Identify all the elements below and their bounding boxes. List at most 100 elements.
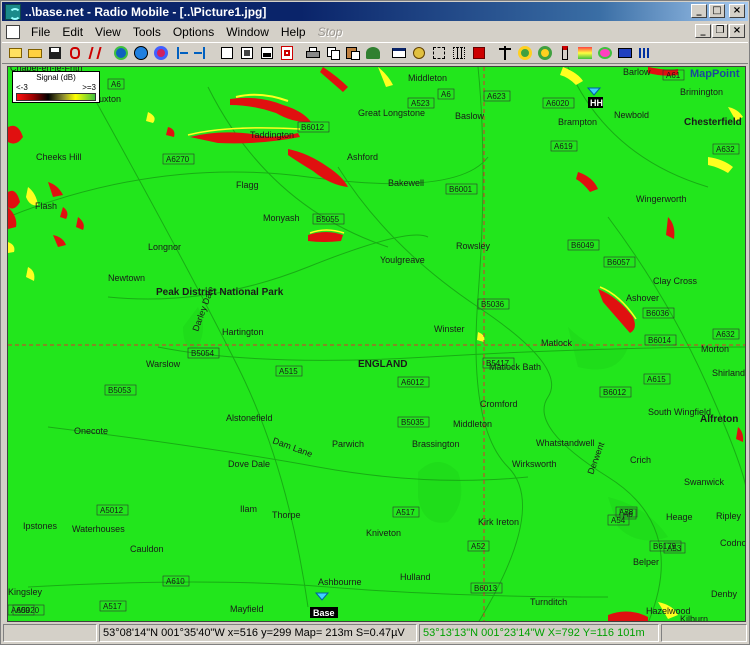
target-icon[interactable] [152, 44, 170, 62]
window-icon[interactable] [390, 44, 408, 62]
fit-icon[interactable] [430, 44, 448, 62]
title-bar[interactable]: ..\base.net - Radio Mobile - [..\Picture… [2, 2, 748, 21]
scissors-icon[interactable] [86, 44, 104, 62]
tower-icon[interactable] [556, 44, 574, 62]
radio-mobile-app-icon[interactable] [5, 3, 21, 20]
place-label: Kniveton [366, 528, 401, 538]
mdi-minimize-button[interactable]: _ [695, 24, 711, 38]
place-label: Thorpe [272, 510, 301, 520]
print-icon[interactable] [304, 44, 322, 62]
wave-icon[interactable] [576, 44, 594, 62]
new-file-icon[interactable] [6, 44, 24, 62]
bars-icon[interactable] [636, 44, 654, 62]
paste-icon[interactable] [344, 44, 362, 62]
place-label: Great Longstone [358, 108, 425, 118]
place-label: Matlock [541, 338, 573, 348]
menu-tools[interactable]: Tools [127, 25, 167, 39]
minimize-button[interactable]: _ [691, 4, 707, 18]
map-canvas[interactable]: Chapel-en-le-FrithBuxtonMiddletonBarlowB… [8, 67, 746, 622]
status-pane-left [3, 624, 97, 642]
road-network [8, 67, 745, 621]
unit-hh-label: HH [590, 98, 603, 108]
view-single-icon[interactable] [218, 44, 236, 62]
merge-icon[interactable] [410, 44, 428, 62]
place-label: Parwich [332, 439, 364, 449]
place-label: Cauldon [130, 544, 164, 554]
copy-icon[interactable] [324, 44, 342, 62]
place-label: Bakewell [388, 178, 424, 188]
road-label: A523 [411, 99, 430, 108]
view-stack-icon[interactable] [258, 44, 276, 62]
grid-icon[interactable] [450, 44, 468, 62]
world-map-icon[interactable] [132, 44, 150, 62]
park-label: Peak District National Park [156, 287, 284, 298]
save-icon[interactable] [46, 44, 64, 62]
maximize-button[interactable]: □ [709, 4, 725, 18]
coverage-map[interactable]: Chapel-en-le-Frith Buxton Middleton Barlow B… [7, 66, 746, 622]
radar-icon[interactable] [516, 44, 534, 62]
road-shield: B6012 [599, 386, 632, 398]
view-copy-icon[interactable] [238, 44, 256, 62]
place-label: Flagg [236, 180, 259, 190]
mdi-close-button[interactable]: × [729, 24, 745, 38]
last-icon[interactable] [192, 44, 210, 62]
road-shield: A5012 [96, 504, 129, 516]
place-label: Alstonefield [226, 413, 273, 423]
document-icon[interactable] [6, 24, 20, 39]
menu-view[interactable]: View [89, 25, 127, 39]
place-label: Ashbourne [318, 577, 362, 587]
road-shield: A632 [712, 328, 740, 340]
place-label: Ilam [240, 504, 257, 514]
road-label: B6013 [474, 584, 498, 593]
road-shield: B6049 [567, 239, 600, 251]
web-globe-icon[interactable] [112, 44, 130, 62]
place-label: Middleton [408, 73, 447, 83]
road-label: B5055 [316, 215, 340, 224]
cut-links-icon[interactable] [66, 44, 84, 62]
road-label: A5012 [100, 506, 124, 515]
road-label: B6012 [301, 123, 325, 132]
mdi-restore-button[interactable]: ❐ [712, 24, 728, 38]
menu-options[interactable]: Options [167, 25, 220, 39]
close-map-icon[interactable] [470, 44, 488, 62]
road-label: A52 [471, 542, 486, 551]
open-folder-icon[interactable] [26, 44, 44, 62]
unit-hh[interactable]: HH [586, 87, 603, 108]
menu-edit[interactable]: Edit [56, 25, 89, 39]
palette-icon[interactable] [596, 44, 614, 62]
menu-window[interactable]: Window [220, 25, 275, 39]
menu-file[interactable]: File [25, 25, 56, 39]
forest-icon[interactable] [364, 44, 382, 62]
road-label: A6012 [401, 378, 425, 387]
rings-icon[interactable] [536, 44, 554, 62]
road-label: A6 [441, 90, 451, 99]
menu-help[interactable]: Help [275, 25, 312, 39]
place-label: Monyash [263, 213, 300, 223]
road-label: B5035 [401, 418, 425, 427]
place-label: Baslow [455, 111, 485, 121]
road-shield: A52 [467, 540, 490, 552]
legend-max: >=3 [82, 83, 96, 92]
road-shield: B6014 [644, 334, 677, 346]
antenna-icon[interactable] [496, 44, 514, 62]
place-label: Longnor [148, 242, 181, 252]
pdf-icon[interactable] [278, 44, 296, 62]
place-label: Winster [434, 324, 465, 334]
road-label: A6270 [166, 155, 190, 164]
road-shield: A6 [107, 78, 125, 90]
road-label: A6 [111, 80, 121, 89]
spectrum-icon[interactable] [616, 44, 634, 62]
close-button[interactable]: × [729, 4, 745, 18]
road-label: B6049 [571, 241, 595, 250]
place-labels: Chapel-en-le-FrithBuxtonMiddletonBarlowB… [8, 67, 745, 621]
legend-title: Signal (dB) [36, 73, 76, 82]
place-label: Cheeks Hill [36, 152, 82, 162]
status-target-info: 53°13'13"N 001°23'14"W X=792 Y=116 101m [419, 624, 659, 642]
unit-base[interactable]: Base [310, 592, 338, 618]
road-shield: A623 [483, 90, 511, 102]
first-icon[interactable] [172, 44, 190, 62]
place-label: Denby [711, 589, 738, 599]
place-label: Rowsley [456, 241, 491, 251]
road-label: A632 [716, 145, 735, 154]
road-shield: A610 [162, 575, 190, 587]
